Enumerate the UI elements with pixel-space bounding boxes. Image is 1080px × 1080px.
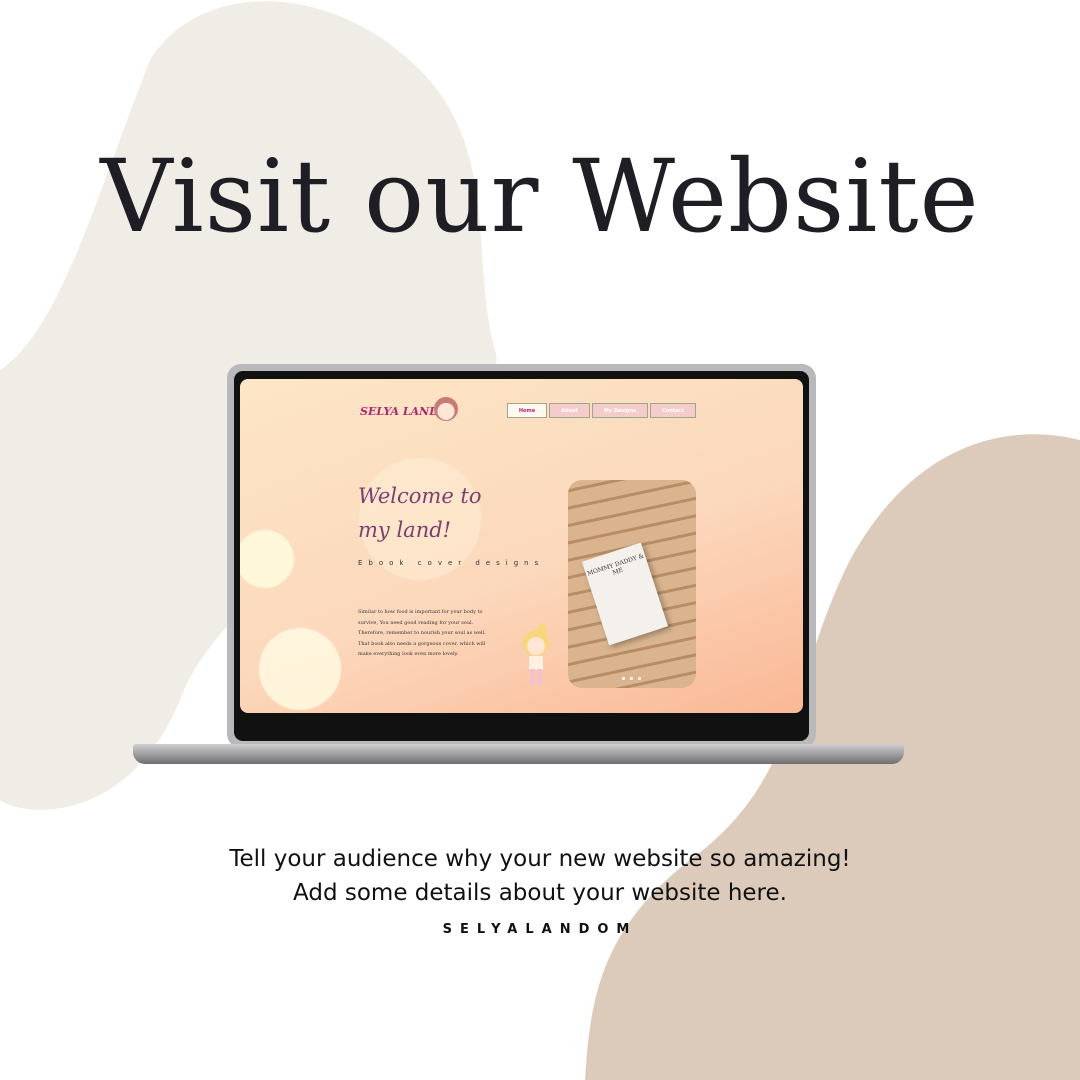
carousel-dots — [622, 677, 641, 680]
caption-line-2: Add some details about your website here… — [293, 880, 787, 906]
laptop: SELYA LAND Home About My Designs Contact… — [227, 364, 816, 748]
caption-line-1: Tell your audience why your new website … — [229, 846, 851, 872]
book-cover: MOMMY DADDY & ME — [581, 542, 669, 646]
carousel-dot[interactable] — [630, 677, 633, 680]
logo-avatar-icon — [434, 397, 458, 421]
nav-contact[interactable]: Contact — [650, 403, 696, 418]
site-logo[interactable]: SELYA LAND — [360, 405, 439, 418]
caption: Tell your audience why your new website … — [0, 842, 1080, 910]
carousel-dot[interactable] — [622, 677, 625, 680]
nav-home[interactable]: Home — [507, 403, 547, 418]
nav-about[interactable]: About — [549, 403, 590, 418]
laptop-base — [133, 744, 904, 764]
intro-paragraph: Similar to how food is important for you… — [358, 609, 486, 657]
page-title: Visit our Website — [100, 138, 980, 255]
brand-name: SELYALANDOM — [442, 922, 638, 937]
carousel-dot[interactable] — [638, 677, 641, 680]
welcome-heading: Welcome to my land! — [358, 484, 482, 542]
site-nav: Home About My Designs Contact — [507, 403, 696, 418]
chibi-girl-illustration — [523, 624, 549, 685]
website-screen: SELYA LAND Home About My Designs Contact… — [240, 379, 803, 713]
book-photo-carousel[interactable]: MOMMY DADDY & ME — [568, 480, 696, 688]
nav-my-designs[interactable]: My Designs — [592, 403, 648, 418]
subtitle: Ebook cover designs — [358, 559, 545, 567]
